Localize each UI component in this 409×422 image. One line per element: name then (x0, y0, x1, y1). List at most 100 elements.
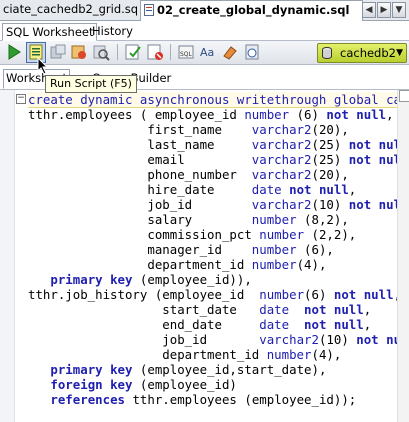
code-line: create dynamic asynchronous writethrough… (28, 92, 397, 108)
autotrace-icon[interactable] (49, 43, 67, 61)
code-line: primary key (employee_id)), (28, 272, 252, 287)
code-text: manager_id (147, 242, 252, 257)
file-tab-create-global-dynamic[interactable]: 02_create_global_dynamic.sql (140, 0, 363, 21)
run-statement-icon[interactable] (5, 43, 23, 61)
file-tab-label: 02_create_global_dynamic.sql (157, 3, 350, 17)
sql-keyword: not null (289, 182, 349, 197)
code-text: (8,2), (296, 212, 349, 227)
run-script-tooltip: Run Script (F5) (45, 75, 137, 93)
tab-history[interactable]: History (92, 23, 133, 39)
sql-keyword: varchar2 (251, 197, 312, 212)
sql-keyword: number (259, 227, 305, 242)
sql-history-icon[interactable] (243, 43, 261, 61)
rollback-icon[interactable] (146, 43, 164, 61)
code-line: job_id varchar2(10) not null, (28, 197, 397, 212)
sql-file-icon (144, 4, 154, 16)
code-text: tthr.job_history (employee_id (28, 287, 260, 302)
code-text: (4), (311, 347, 342, 362)
commit-icon[interactable] (124, 43, 142, 61)
sql-keyword: varchar2 (259, 332, 319, 347)
code-text: job_id (147, 197, 252, 212)
code-text: (10) (318, 332, 357, 347)
code-text: , (386, 107, 394, 122)
to-upper-lower-icon[interactable]: Aa (199, 43, 217, 61)
sql-keyword: date (251, 182, 282, 197)
code-text: (25) (311, 152, 349, 167)
code-text: (6) (304, 287, 334, 302)
tab-sql-worksheet[interactable]: SQL Worksheet (2, 23, 98, 41)
code-text: , (363, 317, 372, 332)
code-text: start_date (162, 302, 260, 317)
sql-keyword: references (50, 392, 125, 407)
code-text: (4), (296, 257, 327, 272)
tab-list-button[interactable]: ▼ (392, 2, 406, 18)
worksheet-toolbar: SQL Aa cachedb2 ▼ (0, 41, 409, 65)
editor-gutter (0, 90, 15, 422)
code-text: (employee_id) (132, 377, 237, 392)
scroll-tabs-left-button[interactable]: ◀ (362, 2, 376, 18)
sql-keyword: not null (304, 317, 364, 332)
code-text: (employee_id)), (132, 272, 252, 287)
toolbar-separator (170, 44, 171, 60)
svg-text:Aa: Aa (200, 46, 214, 59)
scroll-up-button[interactable] (399, 90, 409, 102)
code-text: commission_pct (147, 227, 260, 242)
code-text: (2,2), (304, 227, 357, 242)
sql-keyword: number (251, 242, 297, 257)
sql-keyword: not null (326, 107, 387, 122)
code-line: start_date date not null, (28, 302, 371, 317)
sql-keyword: not null (348, 152, 397, 167)
code-area[interactable]: create dynamic asynchronous writethrough… (28, 90, 397, 422)
sql-keyword: number (244, 107, 290, 122)
code-text: department_id (147, 257, 252, 272)
scroll-tabs-right-button[interactable]: ▶ (377, 2, 391, 18)
code-line: salary number (8,2), (28, 212, 349, 227)
sql-keyword: date (259, 317, 290, 332)
code-text: , (363, 302, 372, 317)
database-icon (322, 47, 332, 59)
code-line: foreign key (employee_id) (28, 377, 237, 392)
code-line: tthr.employees ( employee_id number (6) … (28, 107, 394, 122)
code-text: email (147, 152, 252, 167)
code-text: (20), (311, 167, 349, 182)
toolbar-separator (117, 44, 118, 60)
vertical-scrollbar[interactable] (397, 90, 409, 422)
file-tab-cachedb2-grid[interactable]: ciate_cachedb2_grid.sql (0, 0, 138, 19)
unshared-worksheet-icon[interactable]: SQL (177, 43, 195, 61)
code-text: end_date (162, 317, 260, 332)
sql-keyword: not null (304, 302, 364, 317)
code-text: last_name (147, 137, 252, 152)
sql-keyword: primary key (50, 362, 133, 377)
chevron-down-icon: ▼ (396, 48, 403, 58)
sql-keyword: number (266, 347, 312, 362)
code-text: (6), (296, 242, 334, 257)
code-text: tthr.employees ( employee_id (28, 107, 245, 122)
sql-keyword: not null (333, 287, 394, 302)
explain-plan-icon[interactable] (70, 43, 88, 61)
clear-eraser-icon[interactable] (221, 43, 239, 61)
code-text: department_id (162, 347, 267, 362)
code-line: tthr.job_history (employee_id number(6) … (28, 287, 397, 302)
sql-editor[interactable]: − create dynamic asynchronous writethrou… (0, 90, 409, 422)
code-line: department_id number(4), (28, 257, 326, 272)
code-text: (20), (311, 122, 349, 137)
code-line: last_name varchar2(25) not null, (28, 137, 397, 152)
code-line: primary key (employee_id,start_date), (28, 362, 326, 377)
code-text: (25) (311, 137, 349, 152)
code-text: , (348, 182, 357, 197)
sql-keyword: number (251, 257, 297, 272)
sql-keyword: varchar2 (251, 167, 312, 182)
sql-keyword: varchar2 (251, 152, 312, 167)
sql-tuning-icon[interactable] (92, 43, 110, 61)
sql-keyword: primary key (50, 272, 133, 287)
fold-toggle-icon[interactable]: − (16, 94, 26, 104)
file-tab-label: ciate_cachedb2_grid.sql (3, 2, 138, 16)
code-line: hire_date date not null, (28, 182, 356, 197)
code-text: (employee_id,start_date), (132, 362, 327, 377)
code-line: job_id varchar2(10) not null, (28, 332, 397, 347)
sql-keyword: not null (348, 197, 397, 212)
editor-mode-tabs: SQL Worksheet History (0, 21, 409, 41)
connection-selector[interactable]: cachedb2 ▼ (317, 43, 407, 63)
